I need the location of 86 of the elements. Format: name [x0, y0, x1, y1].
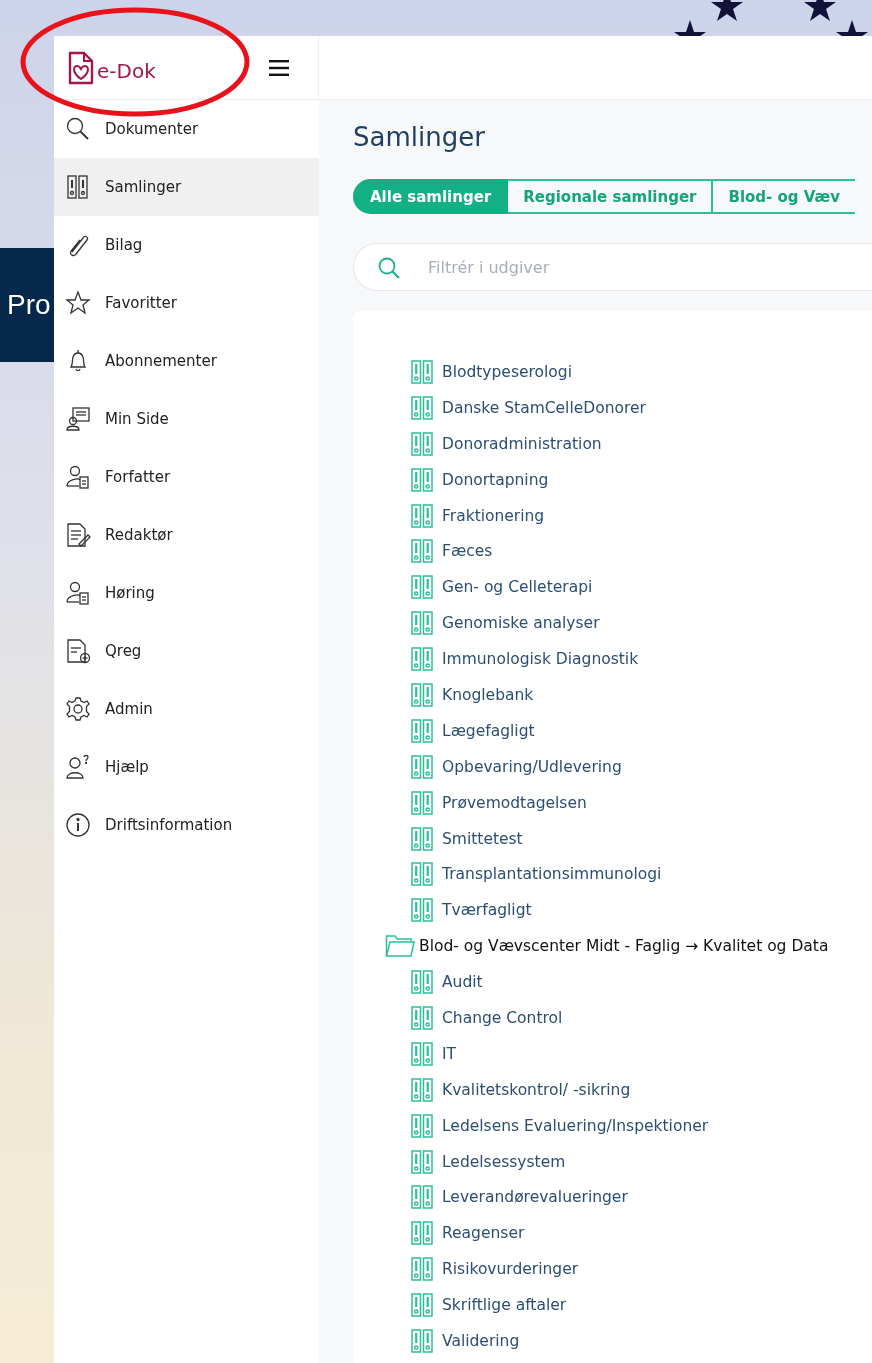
info-icon [65, 812, 91, 838]
binders-icon [65, 174, 91, 200]
sidebar-item[interactable]: Driftsinformation [54, 796, 319, 854]
menu-icon[interactable] [269, 59, 289, 76]
binders-icon [410, 1293, 434, 1318]
collection-item[interactable]: Leverandørevalueringer [353, 1179, 872, 1216]
document-plus-icon [65, 638, 91, 664]
collection-item[interactable]: Change Control [353, 1000, 872, 1036]
sidebar-item[interactable]: Hjælp [54, 738, 319, 796]
binders-icon [410, 1221, 434, 1246]
binders-icon [410, 682, 434, 707]
binders-icon [410, 826, 434, 851]
sidebar-item[interactable]: Favoritter [54, 274, 319, 332]
sidebar-item[interactable]: Min Side [54, 390, 319, 448]
binders-icon [410, 1113, 434, 1138]
logo-text: e-Dok [97, 58, 156, 83]
binders-icon [410, 647, 434, 672]
binders-icon [410, 1041, 434, 1066]
sidebar-item[interactable]: Admin [54, 680, 319, 738]
binders-icon [410, 1329, 434, 1353]
collection-item[interactable]: Ledelsens Evaluering/Inspektioner [353, 1107, 872, 1144]
help-icon [65, 754, 91, 780]
binders-icon [410, 359, 434, 384]
binders-icon [410, 1185, 434, 1210]
sidebar-item[interactable]: Forfatter [54, 448, 319, 506]
profile-icon [65, 406, 91, 432]
settings-icon [65, 696, 91, 722]
binders-icon [410, 1077, 434, 1102]
binders-icon [410, 898, 434, 923]
binders-icon [410, 790, 434, 815]
binders-icon [410, 1149, 434, 1174]
sidebar-item[interactable]: Dokumenter [54, 100, 319, 158]
binders-icon [410, 611, 434, 636]
collection-item[interactable]: Skriftlige aftaler [353, 1287, 872, 1324]
collection-item[interactable]: IT [353, 1035, 872, 1072]
person-document-icon [65, 580, 91, 606]
binders-icon [410, 718, 434, 743]
collection-item[interactable]: Blodtypeserologi [353, 354, 872, 390]
collection-item[interactable]: Donoradministration [353, 425, 872, 462]
collection-item[interactable]: Reagenser [353, 1215, 872, 1252]
sidebar-item[interactable]: Qreg [54, 622, 319, 680]
sidebar-item[interactable]: Samlinger [54, 158, 319, 216]
page-title: Samlinger [353, 121, 486, 154]
collection-item[interactable]: Immunologisk Diagnostik [353, 641, 872, 677]
star-icon [65, 290, 91, 316]
banner-text: Pro [6, 289, 51, 321]
collection-item[interactable]: Ledelsessystem [353, 1143, 872, 1180]
logo-icon [68, 50, 94, 85]
search-icon [65, 116, 91, 142]
collection-item[interactable]: Validering [353, 1323, 872, 1359]
binders-icon [410, 1257, 434, 1282]
binders-icon [410, 539, 434, 564]
binders-icon [410, 467, 434, 492]
collection-item[interactable]: Danske StamCelleDonorer [353, 389, 872, 426]
collection-item[interactable]: Fraktionering [353, 497, 872, 534]
binders-icon [410, 970, 434, 995]
collection-item[interactable]: Gen- og Celleterapi [353, 569, 872, 606]
binders-icon [410, 503, 434, 528]
collection-item[interactable]: Donortapning [353, 461, 872, 498]
binders-icon [410, 1005, 434, 1030]
collection-item[interactable]: Fæces [353, 533, 872, 570]
sidebar-item[interactable]: Høring [54, 564, 319, 622]
folder-icon [385, 934, 415, 959]
document-pen-icon [65, 522, 91, 548]
sidebar-item[interactable]: Bilag [54, 216, 319, 274]
collection-item[interactable]: Knoglebank [353, 677, 872, 713]
binders-icon [410, 431, 434, 456]
collection-item[interactable]: Lægefagligt [353, 712, 872, 749]
person-document-icon [65, 464, 91, 490]
search-field[interactable]: Filtrér i udgiver [353, 243, 872, 291]
binders-icon [410, 395, 434, 420]
binders-icon [410, 575, 434, 600]
sidebar-item[interactable]: Abonnementer [54, 332, 319, 390]
collection-item[interactable]: Prøvemodtagelsen [353, 784, 872, 821]
collection-item[interactable]: Risikovurderinger [353, 1251, 872, 1288]
sidebar-item[interactable]: Redaktør [54, 506, 319, 564]
collection-item[interactable]: Opbevaring/Udlevering [353, 748, 872, 785]
binders-icon [410, 862, 434, 887]
collection-item[interactable]: Genomiske analyser [353, 605, 872, 642]
collection-item[interactable]: Smittetest [353, 820, 872, 857]
collection-item[interactable]: Kvalitetskontrol/ -sikring [353, 1071, 872, 1108]
collection-item[interactable]: Transplantationsimmunologi [353, 856, 872, 893]
collection-item[interactable]: Audit [353, 964, 872, 1001]
collection-item[interactable]: Tværfagligt [353, 892, 872, 929]
folder-item[interactable]: Blod- og Vævscenter Midt - Faglig → Kvalitet og Data [353, 928, 872, 965]
binders-icon [410, 754, 434, 779]
